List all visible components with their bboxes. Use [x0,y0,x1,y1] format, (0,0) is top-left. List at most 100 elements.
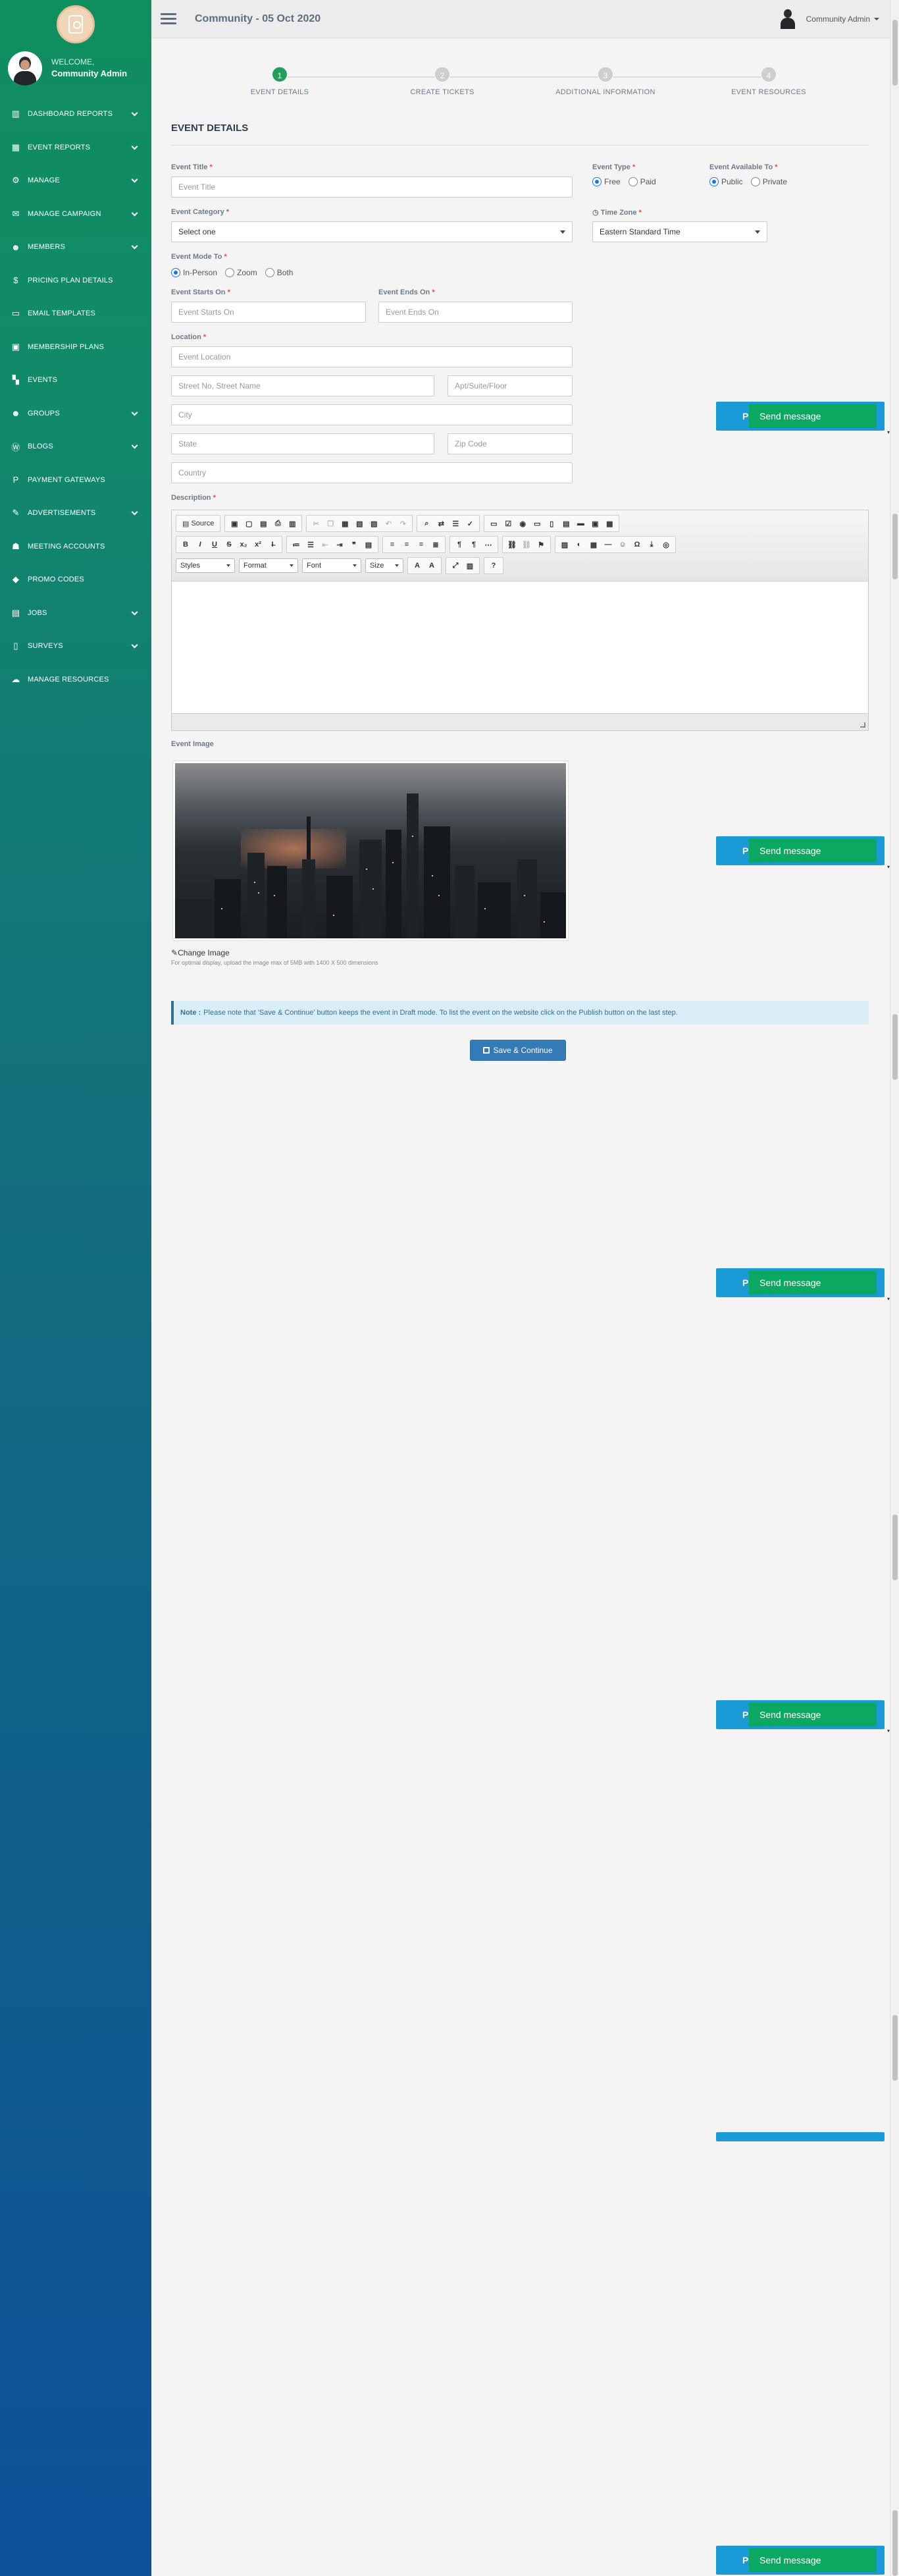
chat-widget-partial[interactable] [716,2132,885,2141]
sidebar-item-groups[interactable]: ☻ GROUPS [0,397,151,431]
chat-widget[interactable]: P Send message ▾ [716,1268,890,1302]
checkbox-icon[interactable]: ☑ [501,516,515,531]
timezone-select[interactable]: Eastern Standard Time [592,221,767,242]
paste-word-icon[interactable]: ▨ [367,516,381,531]
find-icon[interactable]: ⌕ [419,516,434,531]
editor-body[interactable] [172,581,868,713]
resize-handle-icon[interactable] [860,722,865,728]
available-private-radio[interactable]: Private [750,177,787,186]
paste-text-icon[interactable]: ▧ [352,516,367,531]
location-input[interactable]: Event Location [171,346,573,367]
country-input[interactable]: Country [171,462,573,483]
new-page-icon[interactable]: ▢ [242,516,256,531]
sidebar-item-promo-codes[interactable]: ◆ PROMO CODES [0,563,151,597]
redo-icon[interactable]: ↷ [396,516,410,531]
sidebar-item-blogs[interactable]: Ⓦ BLOGS [0,430,151,464]
mode-in-person-radio[interactable]: In-Person [171,268,217,277]
replace-icon[interactable]: ⇄ [434,516,448,531]
numbered-list-icon[interactable]: ≔ [289,537,303,552]
image-icon[interactable]: ▨ [557,537,572,552]
city-input[interactable]: City [171,404,573,425]
bg-color-icon[interactable]: A [424,558,439,573]
align-left-icon[interactable]: ≡ [385,537,399,552]
chat-widget[interactable]: P Send message ▾ [716,402,890,435]
form-icon[interactable]: ▭ [486,516,501,531]
strike-icon[interactable]: S [222,537,236,552]
font-dropdown[interactable]: Font [302,558,361,573]
select-all-icon[interactable]: ☰ [448,516,463,531]
radio-icon[interactable]: ◉ [515,516,530,531]
mode-zoom-radio[interactable]: Zoom [225,268,257,277]
hamburger-menu-icon[interactable] [161,11,176,27]
justify-icon[interactable]: ≣ [428,537,443,552]
event-category-select[interactable]: Select one [171,221,573,242]
hidden-field-icon[interactable]: ▦ [602,516,617,531]
maximize-icon[interactable]: ⤢ [448,558,463,573]
sidebar-item-manage-resources[interactable]: ☁ MANAGE RESOURCES [0,663,151,697]
street-input[interactable]: Street No, Street Name [171,375,434,396]
state-input[interactable]: State [171,433,434,454]
textfield-icon[interactable]: ▭ [530,516,544,531]
sidebar-item-payment-gateways[interactable]: P PAYMENT GATEWAYS [0,464,151,497]
bold-icon[interactable]: B [178,537,193,552]
sidebar-item-event-reports[interactable]: ▦ EVENT REPORTS [0,131,151,165]
zip-input[interactable]: Zip Code [448,433,573,454]
save-icon[interactable]: ▣ [227,516,242,531]
sidebar-item-email-templates[interactable]: ▭ EMAIL TEMPLATES [0,297,151,331]
cut-icon[interactable]: ✂ [309,516,323,531]
link-icon[interactable]: ⛓ [505,537,519,552]
type-free-radio[interactable]: Free [592,177,621,186]
templates-icon[interactable]: ▥ [285,516,299,531]
sidebar-item-pricing-plan-details[interactable]: $ PRICING PLAN DETAILS [0,264,151,298]
bulleted-list-icon[interactable]: ☰ [303,537,318,552]
outdent-icon[interactable]: ⇤ [318,537,332,552]
div-icon[interactable]: ▤ [361,537,376,552]
event-title-input[interactable]: Event Title [171,176,573,198]
align-right-icon[interactable]: ≡ [414,537,428,552]
image-button-icon[interactable]: ▣ [588,516,602,531]
sidebar-item-membership-plans[interactable]: ▣ MEMBERSHIP PLANS [0,331,151,364]
page-break-icon[interactable]: ⤓ [644,537,659,552]
undo-icon[interactable]: ↶ [381,516,396,531]
sidebar-item-events[interactable]: ▚ EVENTS [0,363,151,397]
mode-both-radio[interactable]: Both [265,268,293,277]
select-field-icon[interactable]: ▤ [559,516,573,531]
event-starts-input[interactable]: Event Starts On [171,302,366,323]
spellcheck-icon[interactable]: ✓ [463,516,477,531]
button-field-icon[interactable]: ▬ [573,516,588,531]
textarea-icon[interactable]: ▯ [544,516,559,531]
send-message-button[interactable]: Send message [749,839,877,863]
sidebar-item-jobs[interactable]: ▤ JOBS [0,597,151,630]
preview-icon[interactable]: ▤ [256,516,270,531]
chat-widget[interactable]: P Send message ▾ [716,836,890,870]
copy-icon[interactable]: ❐ [323,516,338,531]
apt-input[interactable]: Apt/Suite/Floor [448,375,573,396]
show-blocks-icon[interactable]: ▥ [463,558,477,573]
flash-icon[interactable]: ◐ [572,537,586,552]
chat-widget[interactable]: P Send message ▾ [716,1700,890,1734]
styles-dropdown[interactable]: Styles [176,558,235,573]
help-icon[interactable]: ? [486,558,501,573]
unlink-icon[interactable]: ⛓ [519,537,534,552]
rtl-icon[interactable]: ¶ [467,537,481,552]
italic-icon[interactable]: I [193,537,207,552]
paste-icon[interactable]: ▦ [338,516,352,531]
subscript-icon[interactable]: x₂ [236,537,251,552]
print-icon[interactable]: ⎙ [270,516,285,531]
format-dropdown[interactable]: Format [239,558,298,573]
step-additional-information[interactable]: 3 ADDITIONAL INFORMATION [540,66,671,96]
align-center-icon[interactable]: ≡ [399,537,414,552]
send-message-button[interactable]: Send message [749,1271,877,1295]
text-color-icon[interactable]: A [410,558,424,573]
underline-icon[interactable]: U [207,537,222,552]
send-message-button[interactable]: Send message [749,404,877,428]
iframe-icon[interactable]: ◎ [659,537,673,552]
save-continue-button[interactable]: Save & Continue [470,1040,566,1061]
superscript-icon[interactable]: x² [251,537,265,552]
event-ends-input[interactable]: Event Ends On [378,302,573,323]
type-paid-radio[interactable]: Paid [628,177,656,186]
indent-icon[interactable]: ⇥ [332,537,347,552]
logo[interactable] [0,0,151,49]
sidebar-item-dashboard-reports[interactable]: ▥ DASHBOARD REPORTS [0,97,151,131]
chat-widget[interactable]: P Send message [716,2546,885,2575]
